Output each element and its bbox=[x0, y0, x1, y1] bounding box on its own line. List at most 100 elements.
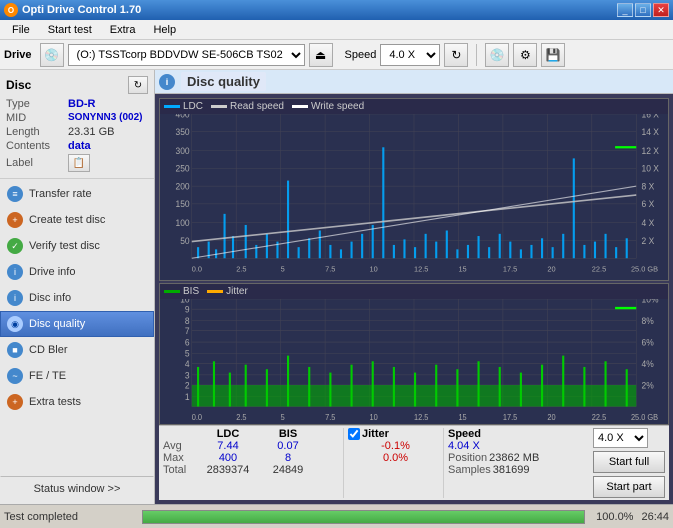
svg-text:0.0: 0.0 bbox=[192, 264, 202, 273]
disc-type-label: Type bbox=[6, 98, 68, 110]
svg-text:1: 1 bbox=[185, 392, 190, 402]
svg-text:400: 400 bbox=[176, 114, 190, 119]
svg-text:2: 2 bbox=[185, 381, 190, 391]
drive-icon-btn[interactable]: 💿 bbox=[40, 43, 64, 67]
total-label: Total bbox=[163, 464, 198, 476]
sidebar-item-transfer-rate[interactable]: ≡ Transfer rate bbox=[0, 181, 154, 207]
sidebar-item-drive-info[interactable]: i Drive info bbox=[0, 259, 154, 285]
svg-text:7.5: 7.5 bbox=[325, 264, 335, 273]
settings-button[interactable]: ⚙ bbox=[513, 43, 537, 67]
avg-jitter: -0.1% bbox=[348, 440, 443, 452]
svg-text:22.5: 22.5 bbox=[592, 264, 606, 273]
stats-total-row: Total 2839374 24849 bbox=[163, 464, 343, 476]
svg-text:4: 4 bbox=[185, 359, 190, 369]
sidebar-item-disc-quality[interactable]: ◉ Disc quality bbox=[0, 311, 154, 337]
total-bis: 24849 bbox=[258, 464, 318, 476]
stats-avg-row: Avg 7.44 0.07 bbox=[163, 440, 343, 452]
title-bar-controls[interactable]: _ □ ✕ bbox=[617, 3, 669, 17]
svg-text:16 X: 16 X bbox=[642, 114, 660, 119]
max-label: Max bbox=[163, 452, 198, 464]
disc-header: Disc ↻ bbox=[6, 76, 148, 94]
sidebar-item-label-extra-tests: Extra tests bbox=[29, 396, 81, 408]
disc-info-icon: i bbox=[7, 290, 23, 306]
svg-text:15: 15 bbox=[458, 413, 466, 422]
drive-select[interactable]: (O:) TSSTcorp BDDVDW SE-506CB TS02 bbox=[68, 44, 305, 66]
progress-bar-container bbox=[142, 510, 585, 524]
sidebar-item-label-fe-te: FE / TE bbox=[29, 370, 66, 382]
disc-mid-value: SONYNN3 (002) bbox=[68, 112, 142, 124]
jitter-checkbox[interactable] bbox=[348, 428, 360, 440]
sidebar-item-disc-info[interactable]: i Disc info bbox=[0, 285, 154, 311]
svg-text:8 X: 8 X bbox=[642, 181, 655, 191]
disc-mid-label: MID bbox=[6, 112, 68, 124]
ldc-color-swatch bbox=[164, 105, 180, 108]
disc-refresh-btn[interactable]: ↻ bbox=[128, 76, 148, 94]
jitter-header-label: Jitter bbox=[362, 428, 389, 440]
menu-start-test[interactable]: Start test bbox=[40, 22, 100, 38]
speed-header: Speed bbox=[448, 428, 593, 440]
svg-text:12.5: 12.5 bbox=[414, 413, 428, 422]
svg-text:50: 50 bbox=[180, 236, 190, 246]
sidebar-item-cd-bler[interactable]: ■ CD Bler bbox=[0, 337, 154, 363]
title-bar-text: Opti Drive Control 1.70 bbox=[22, 4, 141, 16]
avg-label: Avg bbox=[163, 440, 198, 452]
create-test-disc-icon: + bbox=[7, 212, 23, 228]
start-full-button[interactable]: Start full bbox=[593, 451, 665, 473]
fe-te-icon: ~ bbox=[7, 368, 23, 384]
svg-text:14 X: 14 X bbox=[642, 127, 660, 137]
title-bar-left: O Opti Drive Control 1.70 bbox=[4, 3, 141, 17]
bottom-chart-legend: BIS Jitter bbox=[160, 284, 668, 299]
extra-tests-icon: + bbox=[7, 394, 23, 410]
main-content: i Disc quality LDC Read speed bbox=[155, 70, 673, 504]
sidebar-item-label-drive-info: Drive info bbox=[29, 266, 75, 278]
samples-value: 381699 bbox=[493, 464, 530, 476]
toolbar-separator bbox=[476, 44, 477, 66]
svg-text:2.5: 2.5 bbox=[236, 413, 246, 422]
max-bis: 8 bbox=[258, 452, 318, 464]
write-speed-label: Write speed bbox=[311, 101, 364, 112]
sidebar: Disc ↻ Type BD-R MID SONYNN3 (002) Lengt… bbox=[0, 70, 155, 504]
read-speed-legend: Read speed bbox=[211, 101, 284, 112]
sidebar-item-extra-tests[interactable]: + Extra tests bbox=[0, 389, 154, 415]
menu-extra[interactable]: Extra bbox=[102, 22, 144, 38]
right-controls: 4.0 X Start full Start part bbox=[593, 428, 665, 498]
verify-test-disc-icon: ✓ bbox=[7, 238, 23, 254]
svg-text:300: 300 bbox=[176, 146, 190, 156]
sidebar-item-fe-te[interactable]: ~ FE / TE bbox=[0, 363, 154, 389]
jitter-color-swatch bbox=[207, 290, 223, 293]
save-button[interactable]: 💾 bbox=[541, 43, 565, 67]
status-window-button[interactable]: Status window >> bbox=[0, 476, 154, 502]
jitter-header: Jitter bbox=[348, 428, 443, 440]
svg-text:6%: 6% bbox=[642, 338, 654, 348]
stats-bar: LDC BIS Avg 7.44 0.07 Max 400 8 Total 28… bbox=[159, 425, 669, 500]
disc-label-btn[interactable]: 📋 bbox=[68, 154, 90, 172]
svg-text:4%: 4% bbox=[642, 359, 654, 369]
speed-select[interactable]: 4.0 X bbox=[380, 44, 440, 66]
start-part-button[interactable]: Start part bbox=[593, 476, 665, 498]
refresh-button[interactable]: ↻ bbox=[444, 43, 468, 67]
maximize-button[interactable]: □ bbox=[635, 3, 651, 17]
disc-mid-row: MID SONYNN3 (002) bbox=[6, 112, 148, 124]
minimize-button[interactable]: _ bbox=[617, 3, 633, 17]
eject-button[interactable]: ⏏ bbox=[309, 43, 333, 67]
jitter-column: Jitter -0.1% 0.0% bbox=[343, 428, 443, 498]
disc-contents-label: Contents bbox=[6, 140, 68, 152]
disc-label-label: Label bbox=[6, 157, 68, 169]
disc-type-row: Type BD-R bbox=[6, 98, 148, 110]
disc-button[interactable]: 💿 bbox=[485, 43, 509, 67]
sidebar-item-verify-test-disc[interactable]: ✓ Verify test disc bbox=[0, 233, 154, 259]
samples-label: Samples bbox=[448, 464, 491, 476]
menu-bar: File Start test Extra Help bbox=[0, 20, 673, 40]
svg-text:22.5: 22.5 bbox=[592, 413, 606, 422]
menu-help[interactable]: Help bbox=[145, 22, 184, 38]
svg-text:100: 100 bbox=[176, 218, 190, 228]
sidebar-item-create-test-disc[interactable]: + Create test disc bbox=[0, 207, 154, 233]
chart-container: LDC Read speed Write speed bbox=[159, 98, 669, 425]
speed-select-right[interactable]: 4.0 X bbox=[593, 428, 648, 448]
svg-text:150: 150 bbox=[176, 199, 190, 209]
close-button[interactable]: ✕ bbox=[653, 3, 669, 17]
menu-file[interactable]: File bbox=[4, 22, 38, 38]
svg-text:7: 7 bbox=[185, 326, 190, 336]
svg-text:350: 350 bbox=[176, 127, 190, 137]
svg-text:20: 20 bbox=[547, 413, 555, 422]
